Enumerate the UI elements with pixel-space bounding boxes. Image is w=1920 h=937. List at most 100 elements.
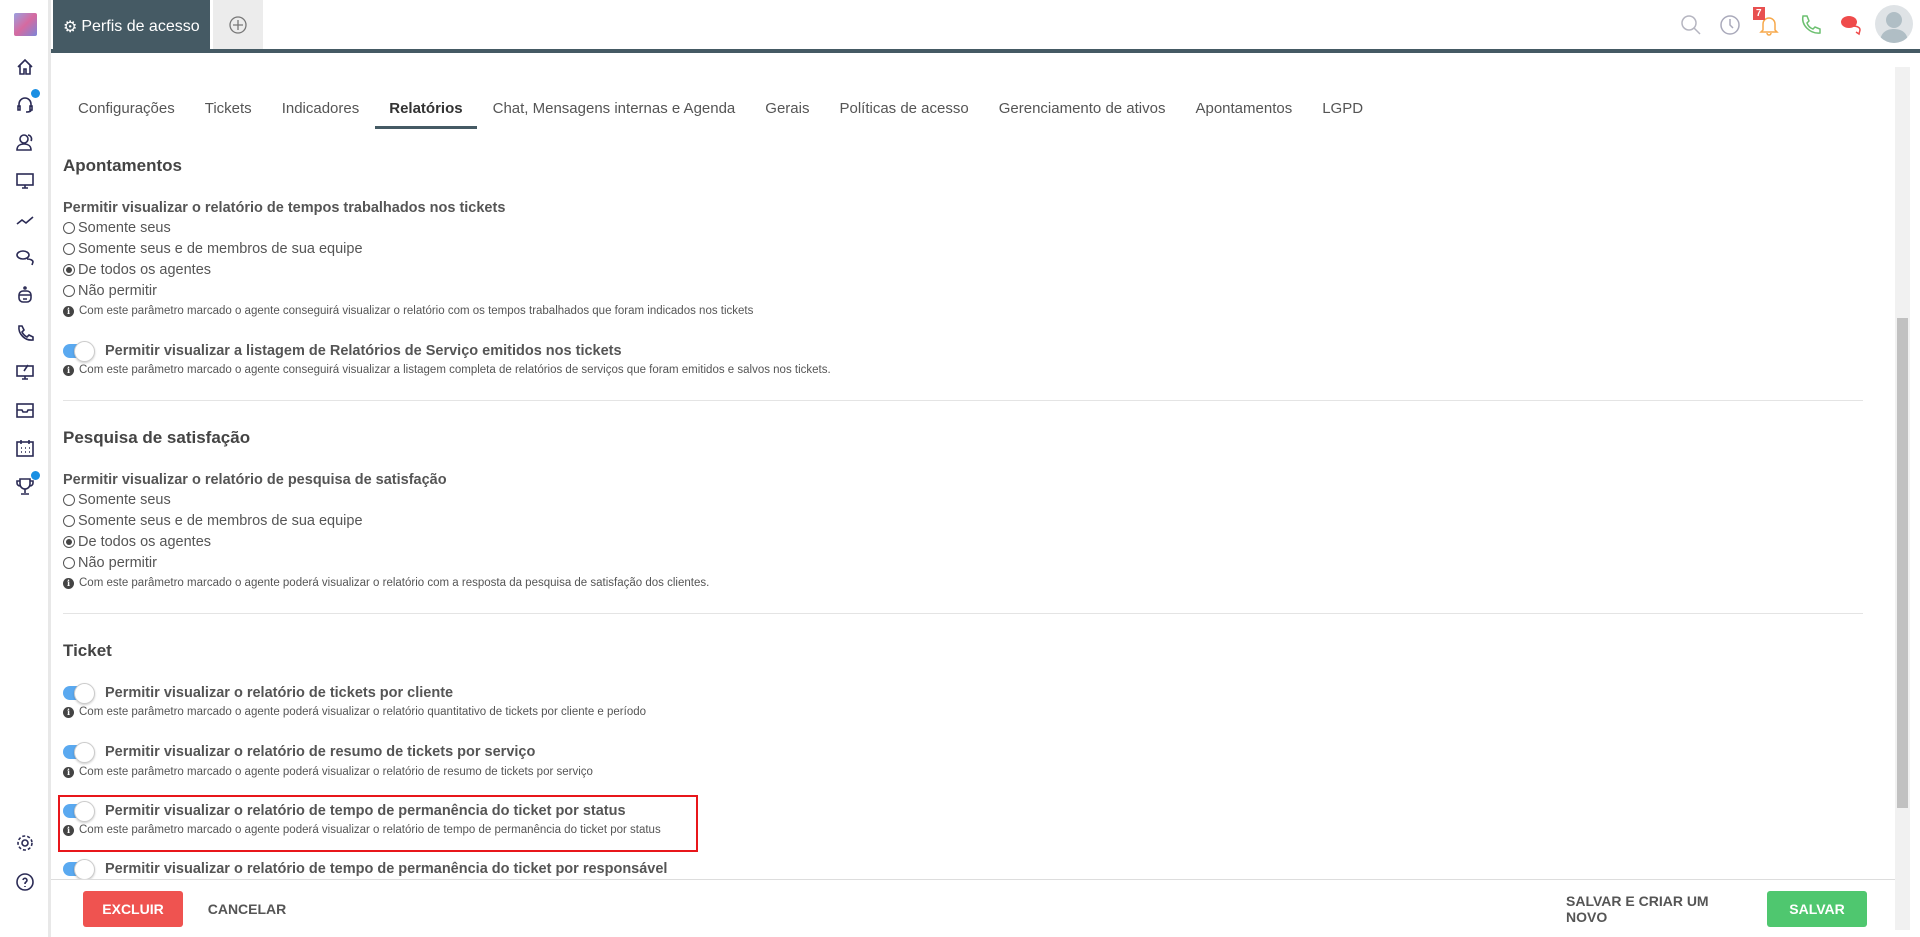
- question-label: Permitir visualizar o relatório de tempo…: [63, 200, 506, 216]
- calendar-icon[interactable]: [14, 437, 36, 459]
- radio-icon[interactable]: [63, 557, 75, 569]
- save-button[interactable]: SALVAR: [1767, 891, 1867, 927]
- radio-icon[interactable]: [63, 285, 75, 297]
- radio-label: Somente seus: [78, 220, 171, 236]
- inbox-icon[interactable]: [14, 399, 36, 421]
- monitor-icon[interactable]: [14, 170, 36, 192]
- radio-icon[interactable]: [63, 536, 75, 548]
- tab-perfis-de-acesso[interactable]: ⚙ Perfis de acesso: [53, 0, 210, 53]
- radio-label: Não permitir: [78, 555, 157, 571]
- radio-label: De todos os agentes: [78, 534, 212, 550]
- info-text-label: Com este parâmetro marcado o agente pode…: [79, 577, 710, 589]
- radio-label: Somente seus e de membros de sua equipe: [78, 241, 363, 257]
- scrollbar-thumb[interactable]: [1897, 318, 1908, 808]
- toggle-switch[interactable]: [63, 742, 95, 763]
- home-icon[interactable]: [14, 56, 36, 78]
- info-icon: i: [63, 766, 74, 778]
- tab-indicadores[interactable]: Indicadores: [282, 100, 360, 129]
- toggle-switch[interactable]: [63, 341, 95, 362]
- radio-option[interactable]: De todos os agentes: [63, 262, 211, 278]
- add-tab-button[interactable]: [213, 0, 263, 49]
- delete-button[interactable]: EXCLUIR: [83, 891, 183, 927]
- remote-monitor-icon[interactable]: [14, 361, 36, 383]
- toggle-label: Permitir visualizar o relatório de ticke…: [105, 685, 454, 701]
- question-label: Permitir visualizar o relatório de pesqu…: [63, 472, 447, 488]
- radio-icon[interactable]: [63, 243, 75, 255]
- app-logo[interactable]: [14, 13, 37, 36]
- section-title: Pesquisa de satisfação: [63, 428, 251, 447]
- tab-lgpd[interactable]: LGPD: [1322, 100, 1363, 129]
- help-icon[interactable]: [14, 871, 36, 893]
- tab-politicas[interactable]: Políticas de acesso: [839, 100, 968, 129]
- info-text: i Com este parâmetro marcado o agente pod…: [63, 577, 709, 589]
- contacts-icon[interactable]: [14, 131, 36, 153]
- cancel-button[interactable]: CANCELAR: [207, 891, 287, 927]
- radio-option[interactable]: Somente seus e de membros de sua equipe: [63, 241, 363, 257]
- top-bar: [51, 0, 1920, 49]
- radio-option[interactable]: Não permitir: [63, 555, 157, 571]
- radio-option[interactable]: Somente seus e de membros de sua equipe: [63, 513, 363, 529]
- toggle-label: Permitir visualizar o relatório de resum…: [105, 744, 536, 760]
- chart-line-icon[interactable]: [14, 208, 36, 230]
- info-icon: i: [63, 824, 74, 836]
- info-text: i Com este parâmetro marcado o agente con…: [63, 364, 831, 376]
- toggle-label: Permitir visualizar o relatório de tempo…: [105, 861, 668, 877]
- radio-option[interactable]: Somente seus: [63, 492, 171, 508]
- tab-tickets[interactable]: Tickets: [205, 100, 252, 129]
- radio-icon[interactable]: [63, 494, 75, 506]
- radio-option[interactable]: De todos os agentes: [63, 534, 211, 550]
- chat-bubbles-icon[interactable]: [1838, 12, 1864, 38]
- settings-icon[interactable]: [14, 832, 36, 854]
- toggle-row: Permitir visualizar o relatório de resum…: [63, 742, 536, 763]
- info-text: i Com este parâmetro marcado o agente pod…: [63, 824, 661, 836]
- info-text-label: Com este parâmetro marcado o agente pode…: [79, 706, 647, 718]
- radio-label: De todos os agentes: [78, 262, 212, 278]
- toggle-row: Permitir visualizar o relatório de tempo…: [63, 859, 668, 880]
- info-text: i Com este parâmetro marcado o agente pod…: [63, 706, 646, 718]
- radio-option[interactable]: Não permitir: [63, 283, 157, 299]
- info-icon: i: [63, 577, 74, 589]
- radio-label: Somente seus e de membros de sua equipe: [78, 513, 363, 529]
- toggle-switch[interactable]: [63, 683, 95, 704]
- toggle-label: Permitir visualizar o relatório de tempo…: [105, 803, 626, 819]
- toggle-label: Permitir visualizar a listagem de Relató…: [105, 343, 622, 359]
- phone-icon[interactable]: [14, 322, 36, 344]
- trophy-icon[interactable]: [14, 471, 40, 497]
- search-icon[interactable]: [1678, 12, 1704, 38]
- top-bar-divider: [51, 49, 1920, 53]
- info-icon: i: [63, 706, 74, 718]
- form-footer: EXCLUIR CANCELAR SALVAR E CRIAR UM NOVO …: [51, 879, 1895, 937]
- info-icon: i: [63, 364, 74, 376]
- info-text: i Com este parâmetro marcado o agente pod…: [63, 766, 593, 778]
- radio-icon[interactable]: [63, 515, 75, 527]
- tab-configuracoes[interactable]: Configurações: [78, 100, 175, 129]
- toggle-switch[interactable]: [63, 801, 95, 822]
- radio-icon[interactable]: [63, 264, 75, 276]
- info-text-label: Com este parâmetro marcado o agente pode…: [79, 766, 593, 778]
- headset-icon[interactable]: [14, 89, 40, 115]
- info-text-label: Com este parâmetro marcado o agente cons…: [79, 364, 831, 376]
- info-text-label: Com este parâmetro marcado o agente cons…: [79, 305, 754, 317]
- clock-icon[interactable]: [1717, 12, 1743, 38]
- toggle-row: Permitir visualizar a listagem de Relató…: [63, 341, 622, 362]
- section-title: Ticket: [63, 641, 112, 660]
- chat-icon[interactable]: [14, 246, 36, 268]
- info-text-label: Com este parâmetro marcado o agente pode…: [79, 824, 661, 836]
- tab-chat[interactable]: Chat, Mensagens internas e Agenda: [493, 100, 736, 129]
- radio-icon[interactable]: [63, 222, 75, 234]
- tab-gerais[interactable]: Gerais: [765, 100, 809, 129]
- tab-title: Perfis de acesso: [81, 17, 200, 35]
- save-and-new-button[interactable]: SALVAR E CRIAR UM NOVO: [1566, 891, 1751, 927]
- tab-ativos[interactable]: Gerenciamento de ativos: [999, 100, 1166, 129]
- phone-icon[interactable]: [1797, 12, 1823, 38]
- avatar[interactable]: [1875, 5, 1913, 43]
- robot-icon[interactable]: [14, 284, 36, 306]
- radio-option[interactable]: Somente seus: [63, 220, 171, 236]
- divider: [63, 400, 1863, 401]
- tab-apontamentos[interactable]: Apontamentos: [1195, 100, 1292, 129]
- tab-relatorios[interactable]: Relatórios: [375, 100, 477, 129]
- sidebar: [0, 0, 51, 937]
- toggle-switch[interactable]: [63, 859, 95, 880]
- scrollbar[interactable]: [1895, 67, 1910, 930]
- toggle-row: Permitir visualizar o relatório de tempo…: [63, 801, 626, 822]
